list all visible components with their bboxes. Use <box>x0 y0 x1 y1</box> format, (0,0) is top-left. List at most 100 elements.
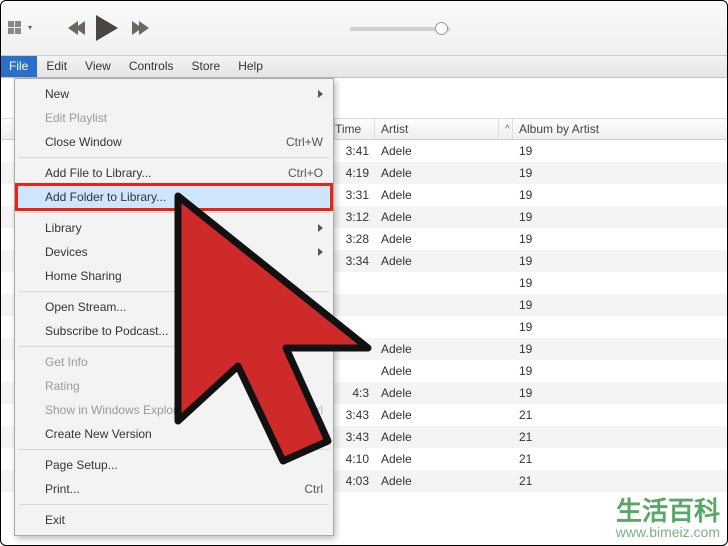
menu-item-rating: Rating <box>17 374 331 398</box>
menu-item-home-sharing[interactable]: Home Sharing <box>17 264 331 288</box>
cell-album: 19 <box>513 144 728 158</box>
chevron-right-icon <box>318 224 323 232</box>
menu-bar: File Edit View Controls Store Help <box>0 56 728 78</box>
next-button[interactable] <box>132 21 146 35</box>
menu-item-add-file-to-library[interactable]: Add File to Library... Ctrl+O <box>17 161 331 185</box>
playback-controls <box>68 15 146 41</box>
watermark-text: 生活百科 <box>616 498 720 525</box>
menu-item-edit-playlist: Edit Playlist <box>17 106 331 130</box>
cell-artist: Adele <box>375 210 499 224</box>
cell-time: 4:03 <box>335 474 375 488</box>
cell-album: 19 <box>513 298 728 312</box>
menu-item-create-new-version[interactable]: Create New Version <box>17 422 331 446</box>
cell-album: 19 <box>513 276 728 290</box>
menu-item-new[interactable]: New <box>17 82 331 106</box>
menu-item-print[interactable]: Print... Ctrl <box>17 477 331 501</box>
cell-artist: Adele <box>375 452 499 466</box>
menu-item-close-window[interactable]: Close Window Ctrl+W <box>17 130 331 154</box>
cell-artist: Adele <box>375 188 499 202</box>
menu-separator <box>19 157 329 158</box>
menu-item-exit[interactable]: Exit <box>17 508 331 532</box>
menu-controls[interactable]: Controls <box>120 56 183 77</box>
cell-album: 19 <box>513 188 728 202</box>
cell-album: 19 <box>513 386 728 400</box>
menu-item-label: Edit Playlist <box>45 111 107 125</box>
menu-separator <box>19 504 329 505</box>
menu-item-label: Subscribe to Podcast... <box>45 324 168 338</box>
menu-item-get-info: Get Info <box>17 350 331 374</box>
cell-time: 3:34 <box>335 254 375 268</box>
menu-store[interactable]: Store <box>183 56 230 77</box>
menu-item-label: Close Window <box>45 135 122 149</box>
menu-item-label: Add Folder to Library... <box>45 190 166 204</box>
cell-album: 19 <box>513 254 728 268</box>
menu-item-add-folder-to-library[interactable]: Add Folder to Library... <box>17 185 331 209</box>
cell-artist: Adele <box>375 144 499 158</box>
cell-artist: Adele <box>375 364 499 378</box>
menu-item-label: Print... <box>45 482 80 496</box>
menu-item-label: Create New Version <box>45 427 152 441</box>
view-dropdown-icon[interactable]: ▾ <box>28 23 32 32</box>
volume-slider-thumb[interactable] <box>435 22 448 35</box>
menu-item-open-stream[interactable]: Open Stream... <box>17 295 331 319</box>
menu-help[interactable]: Help <box>229 56 272 77</box>
sort-indicator-icon: ^ <box>499 119 513 139</box>
menu-item-label: Get Info <box>45 355 88 369</box>
menu-item-label: New <box>45 87 69 101</box>
cell-time: 3:43 <box>335 430 375 444</box>
cell-time: 3:28 <box>335 232 375 246</box>
menu-item-shortcut: Ctrl <box>304 403 323 417</box>
col-album[interactable]: Album by Artist <box>513 119 728 139</box>
menu-view[interactable]: View <box>76 56 120 77</box>
cell-artist: Adele <box>375 342 499 356</box>
cell-album: 19 <box>513 342 728 356</box>
menu-item-label: Rating <box>45 379 80 393</box>
menu-item-show-in-windows-explorer: Show in Windows Explorer Ctrl <box>17 398 331 422</box>
menu-item-label: Show in Windows Explorer <box>45 403 188 417</box>
previous-button[interactable] <box>68 21 82 35</box>
menu-item-label: Home Sharing <box>45 269 122 283</box>
menu-item-label: Devices <box>45 245 88 259</box>
menu-item-label: Add File to Library... <box>45 166 152 180</box>
col-time[interactable]: Time <box>335 119 375 139</box>
cell-album: 19 <box>513 320 728 334</box>
cell-time: 4:19 <box>335 166 375 180</box>
menu-file[interactable]: File <box>0 56 37 77</box>
menu-separator <box>19 291 329 292</box>
cell-album: 19 <box>513 364 728 378</box>
cell-album: 21 <box>513 408 728 422</box>
menu-edit[interactable]: Edit <box>37 56 76 77</box>
playback-toolbar: ▾ <box>0 0 728 56</box>
play-button[interactable] <box>96 15 118 41</box>
cell-album: 19 <box>513 210 728 224</box>
cell-time: 3:12 <box>335 210 375 224</box>
cell-album: 19 <box>513 166 728 180</box>
chevron-right-icon <box>318 90 323 98</box>
cell-album: 19 <box>513 232 728 246</box>
menu-item-subscribe-to-podcast[interactable]: Subscribe to Podcast... <box>17 319 331 343</box>
cell-time: 4:10 <box>335 452 375 466</box>
menu-item-label: Page Setup... <box>45 458 118 472</box>
menu-item-shortcut: Ctrl <box>304 482 323 496</box>
menu-item-page-setup[interactable]: Page Setup... <box>17 453 331 477</box>
watermark: 生活百科 www.bimeiz.com <box>616 498 720 540</box>
cell-artist: Adele <box>375 386 499 400</box>
menu-item-devices[interactable]: Devices <box>17 240 331 264</box>
col-artist[interactable]: Artist <box>375 119 499 139</box>
menu-item-label: Library <box>45 221 82 235</box>
menu-item-label: Exit <box>45 513 65 527</box>
menu-item-label: Open Stream... <box>45 300 126 314</box>
file-menu-dropdown: New Edit Playlist Close Window Ctrl+W Add Fi… <box>14 78 334 536</box>
menu-item-shortcut: Ctrl+O <box>288 166 323 180</box>
menu-separator <box>19 346 329 347</box>
cell-artist: Adele <box>375 166 499 180</box>
cell-artist: Adele <box>375 254 499 268</box>
menu-item-shortcut: Ctrl+W <box>286 135 323 149</box>
cell-artist: Adele <box>375 232 499 246</box>
cell-album: 21 <box>513 430 728 444</box>
watermark-url: www.bimeiz.com <box>616 525 720 540</box>
cell-artist: Adele <box>375 408 499 422</box>
menu-separator <box>19 212 329 213</box>
view-grid-icon[interactable] <box>8 21 22 35</box>
menu-item-library[interactable]: Library <box>17 216 331 240</box>
